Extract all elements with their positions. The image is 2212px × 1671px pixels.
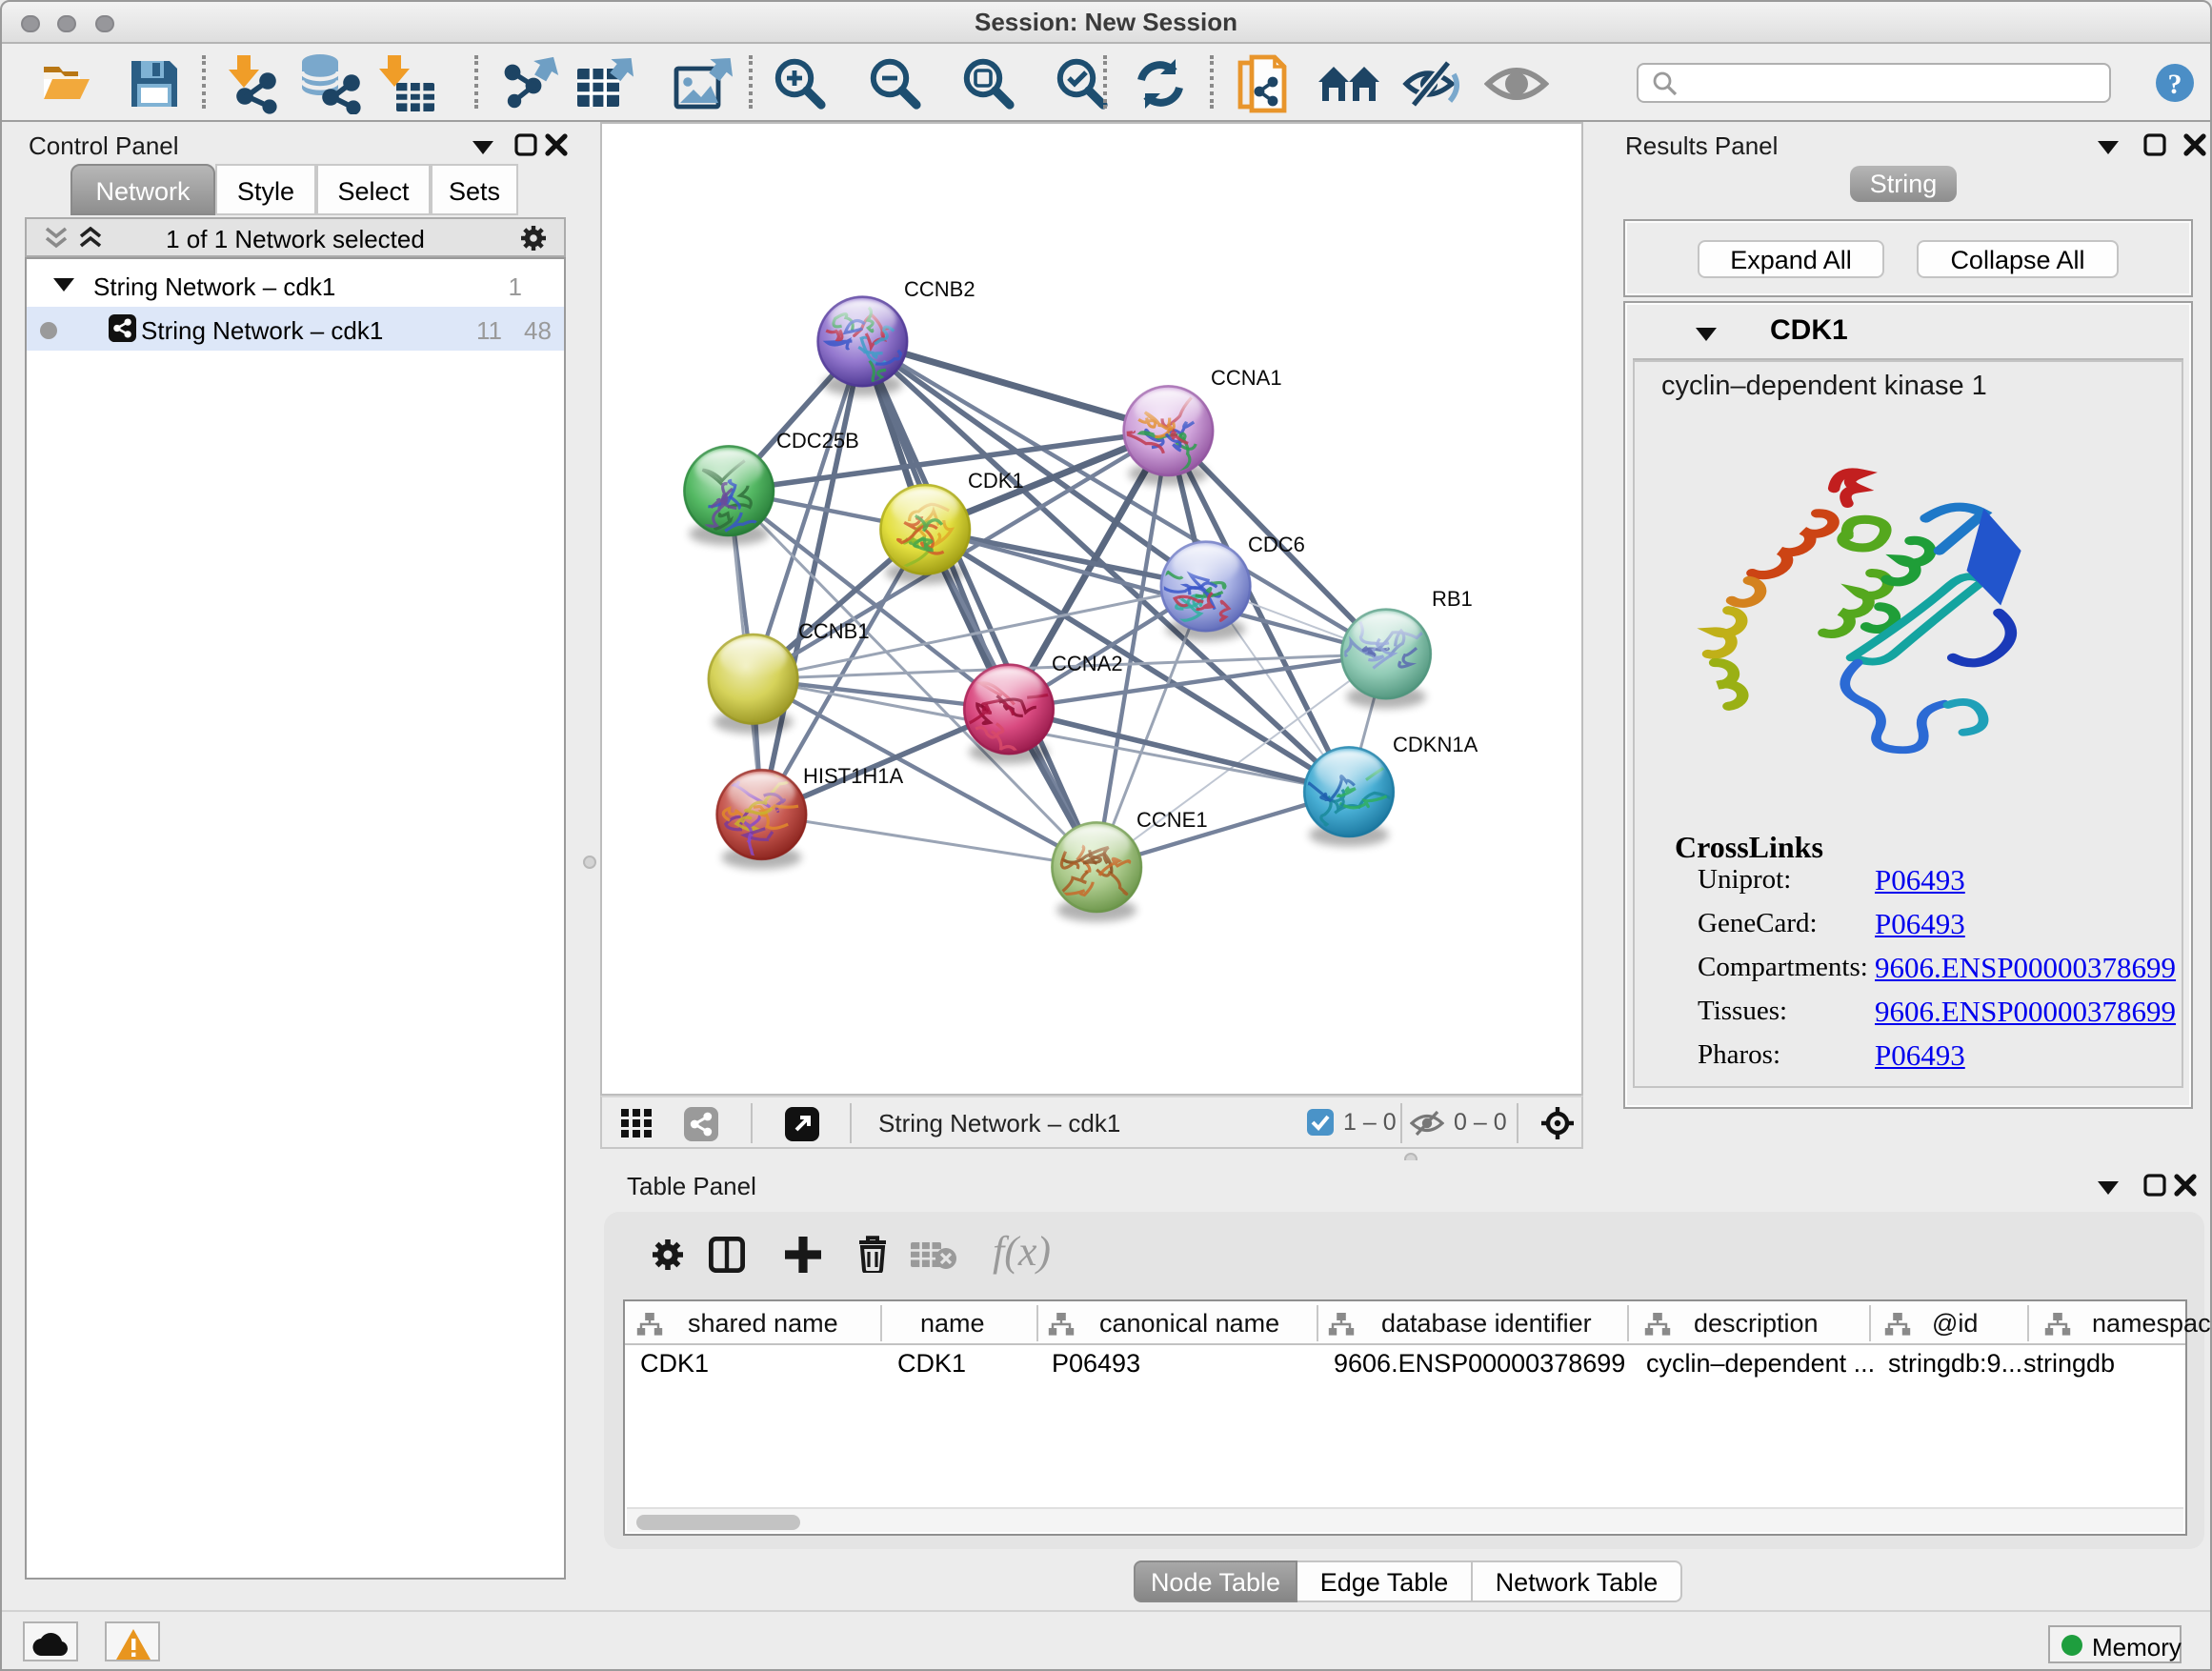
svg-text:CDK1: CDK1 (968, 468, 1024, 492)
svg-text:CCNB1: CCNB1 (798, 618, 870, 642)
svg-text:CCNE1: CCNE1 (1136, 807, 1208, 831)
svg-text:CDKN1A: CDKN1A (1393, 732, 1478, 755)
svg-text:CDC25B: CDC25B (776, 428, 859, 452)
svg-text:CCNA2: CCNA2 (1052, 651, 1123, 674)
svg-text:RB1: RB1 (1432, 586, 1473, 610)
svg-text:CDC6: CDC6 (1248, 532, 1305, 555)
svg-text:CCNB2: CCNB2 (904, 276, 975, 300)
svg-text:HIST1H1A: HIST1H1A (803, 763, 903, 787)
svg-text:CCNA1: CCNA1 (1211, 365, 1282, 389)
svg-text:?: ? (2168, 69, 2182, 100)
